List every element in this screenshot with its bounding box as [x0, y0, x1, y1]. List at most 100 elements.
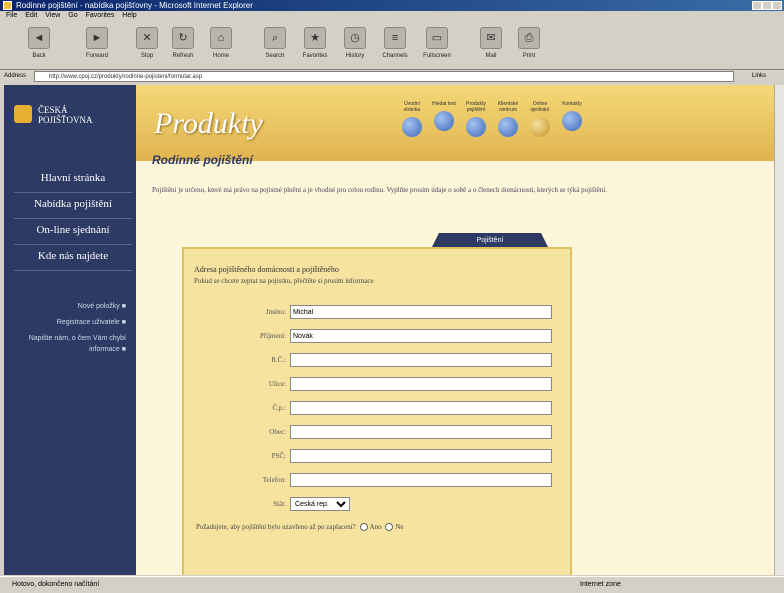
yes-radio[interactable]	[359, 523, 368, 532]
logo-line2: POJIŠŤOVNA	[38, 115, 93, 125]
client-globe-icon	[498, 117, 518, 137]
title-bar: Rodinné pojištění - nabídka pojišťovny -…	[0, 0, 784, 11]
forward-button[interactable]: ► Forward	[78, 23, 116, 67]
page-banner: Produkty Úvodní stránka Hledat text Prod…	[136, 85, 774, 161]
form-row-name: Jméno:	[184, 305, 574, 319]
zip-input[interactable]	[290, 449, 552, 463]
intro-text: Pojištění je určeno, které má právo na p…	[152, 186, 607, 194]
no-radio[interactable]	[385, 523, 394, 532]
back-arrow-icon: ◄	[28, 27, 50, 49]
home-globe-icon	[402, 117, 422, 137]
favorites-icon: ★	[304, 27, 326, 49]
nav-online[interactable]: On-line sjednání	[14, 219, 132, 245]
form-row-street: Ulice:	[184, 377, 574, 391]
fullscreen-icon: ▭	[426, 27, 448, 49]
refresh-icon: ↻	[172, 27, 194, 49]
web-page: ČESKÁ POJIŠŤOVNA Hlavní stránka Nabídka p…	[4, 85, 774, 575]
nav-register[interactable]: Registrace uživatele ■	[10, 317, 126, 328]
minimize-icon[interactable]	[752, 1, 762, 10]
birth-number-input[interactable]	[290, 353, 552, 367]
nav-contact[interactable]: Kde nás najdete	[14, 245, 132, 271]
search-globe-icon	[434, 111, 454, 131]
online-globe-icon	[530, 117, 550, 137]
maximize-icon[interactable]	[762, 1, 772, 10]
banner-nav-contacts[interactable]: Kontakty	[558, 101, 586, 131]
street-input[interactable]	[290, 377, 552, 391]
form-row-housenumber: Č.p.:	[184, 401, 574, 415]
logo[interactable]: ČESKÁ POJIŠŤOVNA	[14, 103, 134, 127]
zone-text: Internet zone	[580, 581, 621, 588]
nav-new-items[interactable]: Nové položky ■	[10, 301, 126, 312]
window-title: Rodinné pojištění - nabídka pojišťovny -…	[16, 1, 253, 10]
logo-line1: ČESKÁ	[38, 105, 68, 115]
search-icon: ⌕	[264, 27, 286, 49]
address-input[interactable]: http://www.cpoj.cz/produkty/rodinne-poji…	[34, 71, 734, 82]
banner-nav-search[interactable]: Hledat text	[430, 101, 458, 131]
status-bar: Hotovo, dokončeno načítání Internet zone	[0, 576, 784, 593]
home-button[interactable]: ⌂ Home	[202, 23, 240, 67]
form-tab[interactable]: Pojištění	[432, 233, 548, 247]
links-button[interactable]: Links	[752, 73, 766, 79]
status-text: Hotovo, dokončeno načítání	[12, 581, 100, 588]
ie-icon	[3, 1, 12, 10]
form-subtitle: Pokud se chcete zeptat na pojistku, přeč…	[194, 277, 374, 285]
form-title: Adresa pojištěného domácnosti a pojištěn…	[194, 265, 339, 274]
home-icon: ⌂	[210, 27, 232, 49]
forward-arrow-icon: ►	[86, 27, 108, 49]
stop-icon: ✕	[136, 27, 158, 49]
no-label: Ne	[395, 523, 404, 531]
history-button[interactable]: ◷ History	[336, 23, 374, 67]
banner-nav-client[interactable]: Klientské centrum	[494, 101, 522, 137]
logo-mark-icon	[14, 105, 32, 123]
close-icon[interactable]	[772, 1, 782, 10]
form-row-birthnumber: R.Č.:	[184, 353, 574, 367]
print-button[interactable]: ⎙ Print	[510, 23, 548, 67]
yes-label: Ano	[369, 523, 382, 531]
banner-nav-products[interactable]: Produkty pojištění	[462, 101, 490, 137]
payment-question: Požadujete, aby pojištění bylo uzavřeno …	[196, 523, 404, 532]
menu-favorites[interactable]: Favorites	[86, 12, 115, 19]
menu-help[interactable]: Help	[122, 12, 136, 19]
sidebar: ČESKÁ POJIŠŤOVNA Hlavní stránka Nabídka p…	[4, 85, 136, 575]
address-bar: Address http://www.cpoj.cz/produkty/rodi…	[0, 70, 784, 84]
nav-write-us[interactable]: Napište nám, o čem Vám chybí informace ■	[10, 333, 126, 355]
history-icon: ◷	[344, 27, 366, 49]
stop-button[interactable]: ✕ Stop	[128, 23, 166, 67]
menu-bar: File Edit View Go Favorites Help	[0, 11, 784, 21]
print-icon: ⎙	[518, 27, 540, 49]
back-button[interactable]: ◄ Back	[20, 23, 58, 67]
menu-go[interactable]: Go	[68, 12, 77, 19]
last-name-input[interactable]	[290, 329, 552, 343]
address-label: Address	[4, 73, 27, 79]
phone-input[interactable]	[290, 473, 552, 487]
menu-edit[interactable]: Edit	[25, 12, 37, 19]
vertical-scrollbar[interactable]	[774, 85, 784, 575]
house-number-input[interactable]	[290, 401, 552, 415]
menu-file[interactable]: File	[6, 12, 17, 19]
menu-view[interactable]: View	[45, 12, 60, 19]
nav-home[interactable]: Hlavní stránka	[14, 167, 132, 193]
page-banner-title: Produkty	[154, 107, 263, 140]
channels-button[interactable]: ≡ Channels	[376, 23, 414, 67]
banner-nav-online[interactable]: Online sjednání	[526, 101, 554, 137]
fullscreen-button[interactable]: ▭ Fullscreen	[418, 23, 456, 67]
page-heading: Rodinné pojištění	[152, 153, 253, 167]
form-row-zip: PSČ:	[184, 449, 574, 463]
insurance-form: Adresa pojištěného domácnosti a pojištěn…	[182, 247, 572, 575]
form-row-country: Stát: Česká rep.	[184, 497, 574, 511]
refresh-button[interactable]: ↻ Refresh	[164, 23, 202, 67]
banner-nav-home[interactable]: Úvodní stránka	[398, 101, 426, 137]
main-nav: Hlavní stránka Nabídka pojištění On-line…	[14, 167, 132, 271]
first-name-input[interactable]	[290, 305, 552, 319]
country-select[interactable]: Česká rep.	[290, 497, 350, 511]
products-globe-icon	[466, 117, 486, 137]
form-row-surname: Příjmení:	[184, 329, 574, 343]
secondary-nav: Nové položky ■ Registrace uživatele ■ Na…	[10, 301, 126, 360]
mail-button[interactable]: ✉ Mail	[472, 23, 510, 67]
nav-offer[interactable]: Nabídka pojištění	[14, 193, 132, 219]
search-button[interactable]: ⌕ Search	[256, 23, 294, 67]
form-row-phone: Telefon:	[184, 473, 574, 487]
city-input[interactable]	[290, 425, 552, 439]
favorites-button[interactable]: ★ Favorites	[296, 23, 334, 67]
form-row-city: Obec:	[184, 425, 574, 439]
